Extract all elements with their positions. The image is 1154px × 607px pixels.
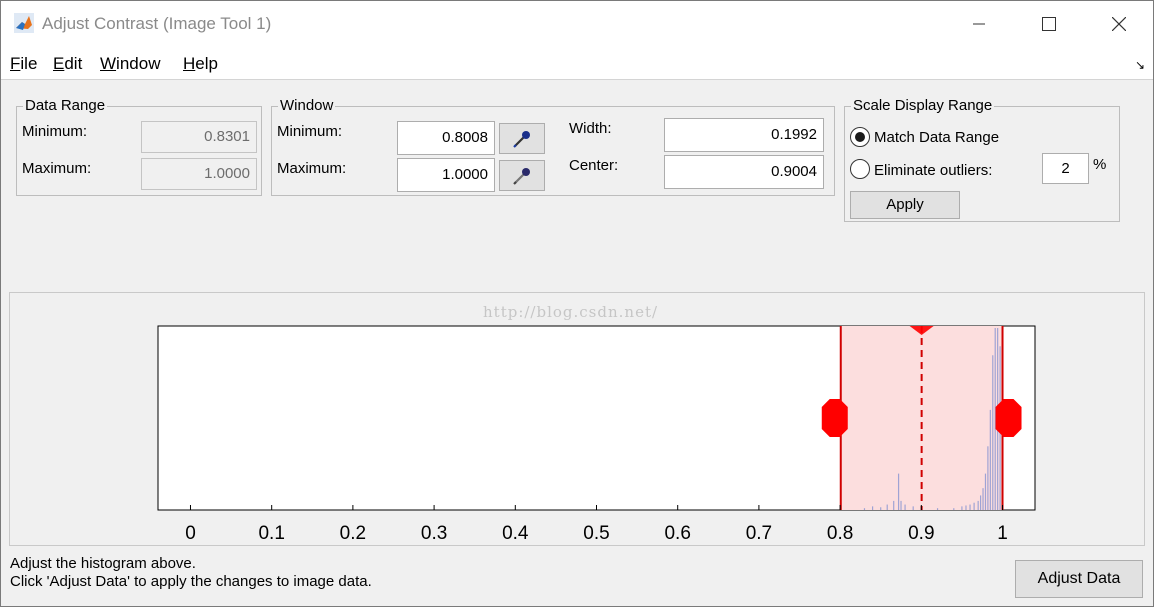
eliminate-outliers-label[interactable]: Eliminate outliers: — [874, 162, 992, 179]
menu-edit-mnemonic: E — [53, 54, 65, 73]
eyedropper-icon — [513, 167, 530, 185]
data-max-label: Maximum: — [22, 160, 92, 177]
menu-window-mnemonic: W — [100, 54, 117, 73]
menu-edit-rest: dit — [64, 54, 83, 73]
x-tick-label: 0.2 — [340, 523, 366, 544]
x-tick-label: 0.3 — [421, 523, 447, 544]
title-bar[interactable]: Adjust Contrast (Image Tool 1) — [1, 1, 1153, 46]
data-max-field: 1.0000 — [141, 158, 257, 190]
window-max-handle — [995, 399, 1022, 437]
adjust-contrast-window: Adjust Contrast (Image Tool 1) File Edit… — [0, 0, 1154, 607]
eyedropper-max-button[interactable] — [499, 160, 545, 191]
center-field[interactable]: 0.9004 — [664, 155, 824, 189]
x-tick-label: 0.6 — [664, 523, 690, 544]
menu-help[interactable]: Help — [183, 54, 218, 74]
window-max-field[interactable]: 1.0000 — [397, 158, 495, 192]
x-tick-label: 0.5 — [583, 523, 609, 544]
menu-file-rest: ile — [20, 54, 38, 73]
eyedropper-icon — [513, 130, 530, 148]
x-tick-label: 0.7 — [746, 523, 772, 544]
scale-range-title: Scale Display Range — [851, 97, 995, 115]
apply-button[interactable]: Apply — [850, 191, 960, 219]
x-tick-label: 0.1 — [258, 523, 284, 544]
width-field[interactable]: 0.1992 — [664, 118, 824, 152]
percent-label: % — [1093, 156, 1107, 173]
menu-bar: File Edit Window Help ↘ — [1, 46, 1153, 80]
matlab-icon — [14, 13, 34, 33]
window-group-title: Window — [278, 97, 336, 115]
x-tick-label: 0 — [185, 523, 196, 544]
window-title: Adjust Contrast (Image Tool 1) — [42, 14, 272, 33]
window-group: Window Minimum: 0.8008 Maximum: 1.0000 W… — [271, 97, 835, 196]
x-tick-label: 1 — [997, 523, 1008, 544]
window-min-field[interactable]: 0.8008 — [397, 121, 495, 155]
menu-window[interactable]: Window — [100, 54, 160, 74]
x-tick-label: 0.8 — [827, 523, 853, 544]
adjust-data-button[interactable]: Adjust Data — [1015, 560, 1143, 598]
scale-display-range-group: Scale Display Range Match Data Range Eli… — [844, 97, 1120, 222]
x-tick-label: 0.4 — [502, 523, 529, 544]
menu-help-rest: elp — [195, 54, 218, 73]
data-min-field: 0.8301 — [141, 121, 257, 153]
minimize-icon[interactable] — [956, 1, 1002, 46]
data-range-title: Data Range — [23, 97, 108, 115]
histogram-chart[interactable]: 0 0.1 0.2 0.3 0.4 0.5 0.6 0.7 0.8 0.9 1 — [10, 293, 1144, 545]
x-tick-label: 0.9 — [908, 523, 934, 544]
close-icon[interactable] — [1096, 1, 1142, 46]
maximize-icon[interactable] — [1026, 1, 1072, 46]
width-label: Width: — [569, 120, 612, 137]
dock-arrow-icon[interactable]: ↘ — [1135, 58, 1145, 72]
window-max-label: Maximum: — [277, 160, 347, 177]
data-min-label: Minimum: — [22, 123, 88, 140]
center-label: Center: — [569, 157, 619, 174]
menu-edit[interactable]: Edit — [53, 54, 82, 74]
menu-file-mnemonic: F — [10, 54, 21, 73]
window-min-label: Minimum: — [277, 123, 343, 140]
histogram-panel: http://blog.csdn.net/ 0 0.1 0.2 0.3 0.4 0.5 0.… — [9, 292, 1145, 546]
match-data-range-radio[interactable] — [850, 127, 870, 147]
match-data-range-label[interactable]: Match Data Range — [874, 129, 999, 146]
menu-help-mnemonic: H — [183, 54, 196, 73]
eliminate-outliers-radio[interactable] — [850, 159, 870, 179]
menu-window-rest: indow — [116, 54, 161, 73]
status-line-1: Adjust the histogram above. — [10, 555, 196, 572]
status-line-2: Click 'Adjust Data' to apply the changes… — [10, 573, 372, 590]
window-min-handle — [821, 399, 848, 437]
menu-file[interactable]: File — [10, 54, 37, 74]
outlier-percent-field[interactable]: 2 — [1042, 153, 1089, 184]
data-range-group: Data Range Minimum: 0.8301 Maximum: 1.00… — [16, 97, 262, 196]
eyedropper-min-button[interactable] — [499, 123, 545, 154]
